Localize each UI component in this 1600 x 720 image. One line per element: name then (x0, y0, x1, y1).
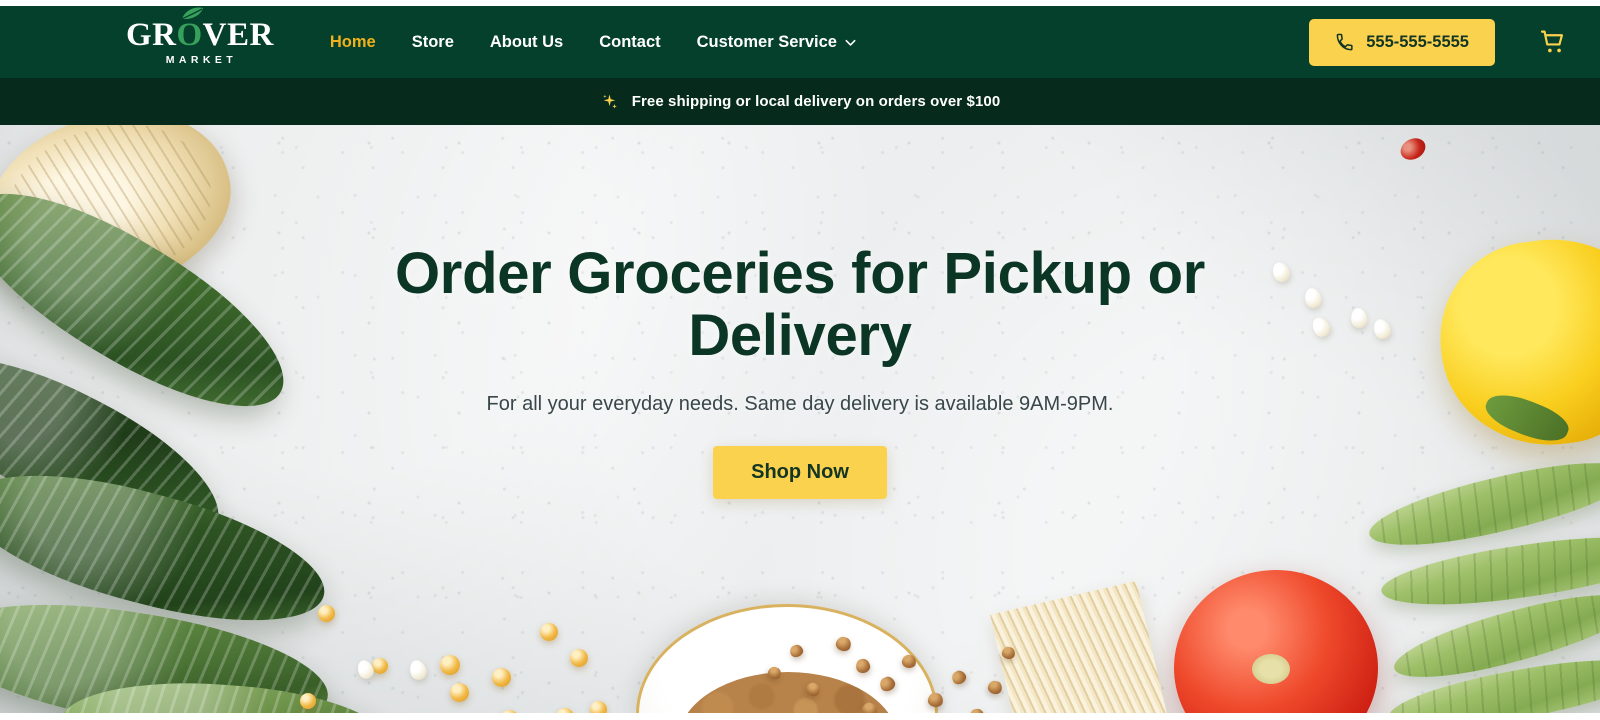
nav-item-customer-service-label: Customer Service (696, 32, 837, 51)
corn-kernel (492, 668, 511, 687)
brand-logo-tagline: MARKET (165, 53, 238, 66)
nav-item-store-label: Store (411, 32, 454, 51)
page-root: GR O VER MARKET Home Store About Us Cont… (0, 0, 1600, 720)
hero-section: Order Groceries for Pickup or Delivery F… (0, 125, 1600, 720)
brand-logo[interactable]: GR O VER MARKET (126, 7, 274, 66)
phone-call-button[interactable]: 555-555-5555 (1309, 18, 1495, 66)
brand-logo-text-part2: VER (202, 16, 274, 53)
phone-number-label: 555-555-5555 (1366, 32, 1469, 51)
header-actions: 555-555-5555 (1309, 18, 1568, 66)
corn-kernel (540, 623, 558, 641)
leaf-icon (181, 7, 203, 20)
hero-bottom-trim (0, 713, 1600, 720)
brand-logo-o-glyph: O (176, 16, 203, 53)
nav-item-about-us-label: About Us (489, 32, 564, 51)
shop-now-button[interactable]: Shop Now (713, 446, 887, 500)
corn-kernel (440, 655, 460, 675)
tomato-stem-scar (1252, 654, 1290, 684)
shopping-cart-button[interactable] (1539, 28, 1568, 57)
brand-logo-o-letter: O (176, 7, 203, 53)
nav-item-about-us[interactable]: About Us (490, 33, 563, 52)
corn-kernel (300, 693, 316, 709)
chevron-down-icon (845, 39, 856, 46)
announcement-text: Free shipping or local delivery on order… (631, 93, 1001, 110)
nav-item-home-label: Home (329, 32, 376, 51)
phone-icon (1336, 33, 1353, 50)
shopping-cart-icon (1540, 30, 1564, 52)
corn-kernel (318, 605, 335, 622)
brand-logo-text-part1: GR (126, 16, 177, 53)
announcement-bar: Free shipping or local delivery on order… (0, 78, 1600, 125)
nav-item-contact-label: Contact (599, 32, 661, 51)
hero-subheadline: For all your everyday needs. Same day de… (486, 393, 1114, 416)
nav-item-store[interactable]: Store (412, 33, 454, 52)
nav-item-contact[interactable]: Contact (599, 33, 660, 52)
corn-kernel (450, 683, 469, 702)
corn-kernel (372, 658, 388, 674)
nav-item-home[interactable]: Home (330, 33, 376, 52)
corn-kernel (570, 649, 588, 667)
nav-item-customer-service[interactable]: Customer Service (697, 33, 857, 52)
hero-content: Order Groceries for Pickup or Delivery F… (0, 241, 1600, 500)
sparkles-icon (602, 94, 617, 109)
site-header: GR O VER MARKET Home Store About Us Cont… (0, 6, 1600, 78)
hero-headline: Order Groceries for Pickup or Delivery (394, 241, 1205, 369)
main-navigation: Home Store About Us Contact Customer Ser… (330, 33, 857, 52)
brand-logo-wordmark: GR O VER (126, 7, 274, 53)
